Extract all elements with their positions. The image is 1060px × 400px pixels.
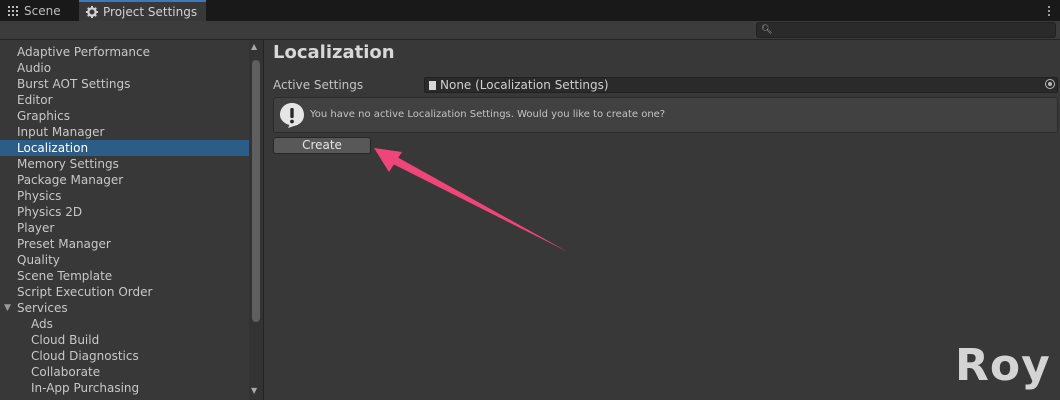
sidebar-item[interactable]: Ads — [0, 316, 249, 332]
sidebar-item[interactable]: Player — [0, 220, 249, 236]
sidebar-item-label: Services — [17, 301, 68, 315]
sidebar-item-label: Preset Manager — [17, 237, 111, 251]
sidebar-item-label: Physics — [17, 189, 62, 203]
toolbar: 🔍︎ — [0, 21, 1060, 40]
sidebar-item-label: Memory Settings — [17, 157, 119, 171]
sidebar-item[interactable]: Cloud Build — [0, 332, 249, 348]
tab-scene-label: Scene — [24, 3, 61, 18]
sidebar-item[interactable]: Preset Manager — [0, 236, 249, 252]
sidebar-item-label: Editor — [17, 93, 53, 107]
watermark: Roy — [955, 340, 1051, 391]
sidebar-item[interactable]: Cloud Diagnostics — [0, 348, 249, 364]
settings-content: Localization Active Settings None (Local… — [264, 40, 1060, 400]
sidebar-item[interactable]: Adaptive Performance — [0, 44, 249, 60]
sidebar-item[interactable]: Input Manager — [0, 124, 249, 140]
active-settings-label: Active Settings — [273, 78, 364, 92]
sidebar-item-label: Cloud Diagnostics — [31, 349, 139, 363]
tab-scene[interactable]: Scene — [0, 0, 77, 21]
active-settings-field[interactable]: None (Localization Settings) — [424, 77, 1058, 93]
scroll-down-icon[interactable]: ▼ — [251, 387, 257, 395]
sidebar-item[interactable]: Package Manager — [0, 172, 249, 188]
help-box: You have no active Localization Settings… — [273, 97, 1058, 133]
sidebar-item[interactable]: Collaborate — [0, 364, 249, 380]
sidebar-item[interactable]: In-App Purchasing — [0, 380, 249, 396]
gear-icon — [85, 5, 99, 18]
sidebar-scrollbar[interactable]: ▲ ▼ — [249, 40, 263, 400]
settings-sidebar: Adaptive Performance Audio Burst AOT Setti… — [0, 40, 249, 400]
search-icon: 🔍︎ — [761, 25, 773, 35]
sidebar-item[interactable]: Script Execution Order — [0, 284, 249, 300]
sidebar-item-label: In-App Purchasing — [31, 381, 140, 395]
sidebar-item[interactable]: Graphics — [0, 108, 249, 124]
sidebar-item-label: Cloud Build — [31, 333, 100, 347]
scrollbar-thumb[interactable] — [252, 60, 260, 322]
sidebar-item-label: Scene Template — [17, 269, 113, 283]
document-icon — [429, 81, 436, 90]
sidebar-item[interactable]: ▼ Services — [0, 300, 249, 316]
help-message: You have no active Localization Settings… — [310, 109, 666, 120]
scroll-up-icon[interactable]: ▲ — [251, 43, 257, 51]
editor-tab-strip: Scene Project Settings — [0, 0, 1060, 21]
sidebar-item-label: Input Manager — [17, 125, 105, 139]
object-picker-icon[interactable] — [1045, 79, 1055, 89]
sidebar-item[interactable]: Physics — [0, 188, 249, 204]
create-button[interactable]: Create — [273, 137, 371, 154]
tab-project-settings[interactable]: Project Settings — [79, 0, 206, 21]
tab-project-settings-label: Project Settings — [103, 4, 198, 19]
active-settings-value: None (Localization Settings) — [440, 78, 609, 92]
sidebar-item[interactable]: Quality — [0, 252, 249, 268]
sidebar-item-label: Physics 2D — [17, 205, 83, 219]
sidebar-item-label: Audio — [17, 61, 52, 75]
page-title: Localization — [273, 42, 395, 63]
expand-triangle-icon[interactable]: ▼ — [4, 300, 11, 316]
sidebar-item-label: Ads — [31, 317, 53, 331]
grid-icon — [6, 5, 20, 16]
sidebar-item-label: Quality — [17, 253, 60, 267]
sidebar-item[interactable]: Editor — [0, 92, 249, 108]
sidebar-item-label: Graphics — [17, 109, 70, 123]
sidebar-item-label: Player — [17, 221, 55, 235]
sidebar-item[interactable]: Physics 2D — [0, 204, 249, 220]
sidebar-item-label: Adaptive Performance — [17, 45, 150, 59]
sidebar-item-label: Burst AOT Settings — [17, 77, 131, 91]
sidebar-item-label: Script Execution Order — [17, 285, 153, 299]
sidebar-item[interactable]: Burst AOT Settings — [0, 76, 249, 92]
sidebar-item-label: Localization — [17, 141, 89, 155]
sidebar-item[interactable]: Localization — [0, 140, 249, 156]
sidebar-item[interactable]: Audio — [0, 60, 249, 76]
more-options-icon[interactable] — [1042, 1, 1056, 21]
sidebar-item-label: Package Manager — [17, 173, 124, 187]
search-input[interactable]: 🔍︎ — [756, 22, 1056, 38]
sidebar-item[interactable]: Memory Settings — [0, 156, 249, 172]
sidebar-item[interactable]: Scene Template — [0, 268, 249, 284]
sidebar-item-label: Collaborate — [31, 365, 101, 379]
warning-icon — [280, 103, 304, 128]
